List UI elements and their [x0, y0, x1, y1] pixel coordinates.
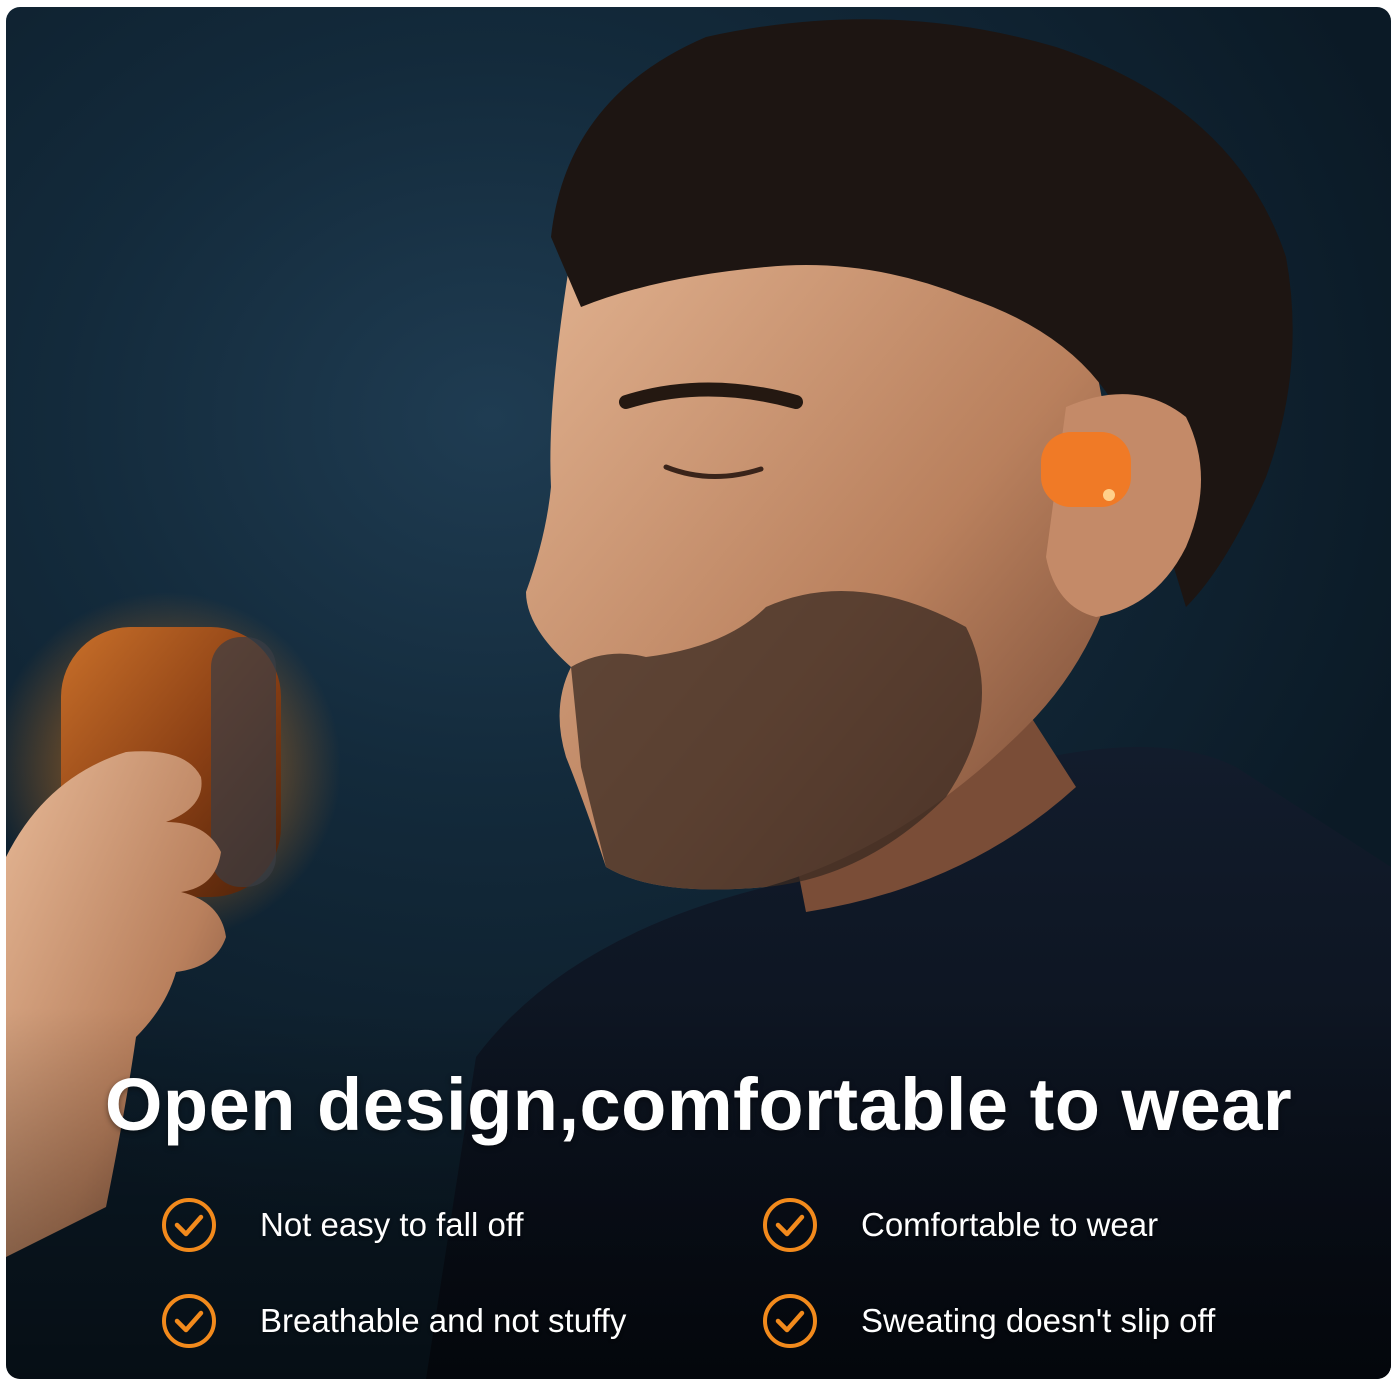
check-circle-icon: [162, 1294, 216, 1348]
scene-illustration: [6, 19, 1391, 1379]
product-banner: Open design,comfortable to wear Not easy…: [6, 7, 1391, 1379]
feature-item: Sweating doesn't slip off: [761, 1292, 1215, 1350]
earbud-shape: [1041, 432, 1131, 507]
check-circle-icon: [162, 1198, 216, 1252]
feature-item: Not easy to fall off: [160, 1196, 524, 1254]
feature-label: Not easy to fall off: [260, 1206, 524, 1243]
feature-label: Breathable and not stuffy: [260, 1302, 627, 1339]
check-circle-icon: [763, 1294, 817, 1348]
feature-item: Breathable and not stuffy: [160, 1292, 626, 1350]
headline: Open design,comfortable to wear: [104, 1063, 1293, 1146]
feature-label: Comfortable to wear: [861, 1206, 1159, 1243]
feature-item: Comfortable to wear: [761, 1196, 1158, 1254]
check-circle-icon: [763, 1198, 817, 1252]
feature-label: Sweating doesn't slip off: [861, 1302, 1216, 1339]
